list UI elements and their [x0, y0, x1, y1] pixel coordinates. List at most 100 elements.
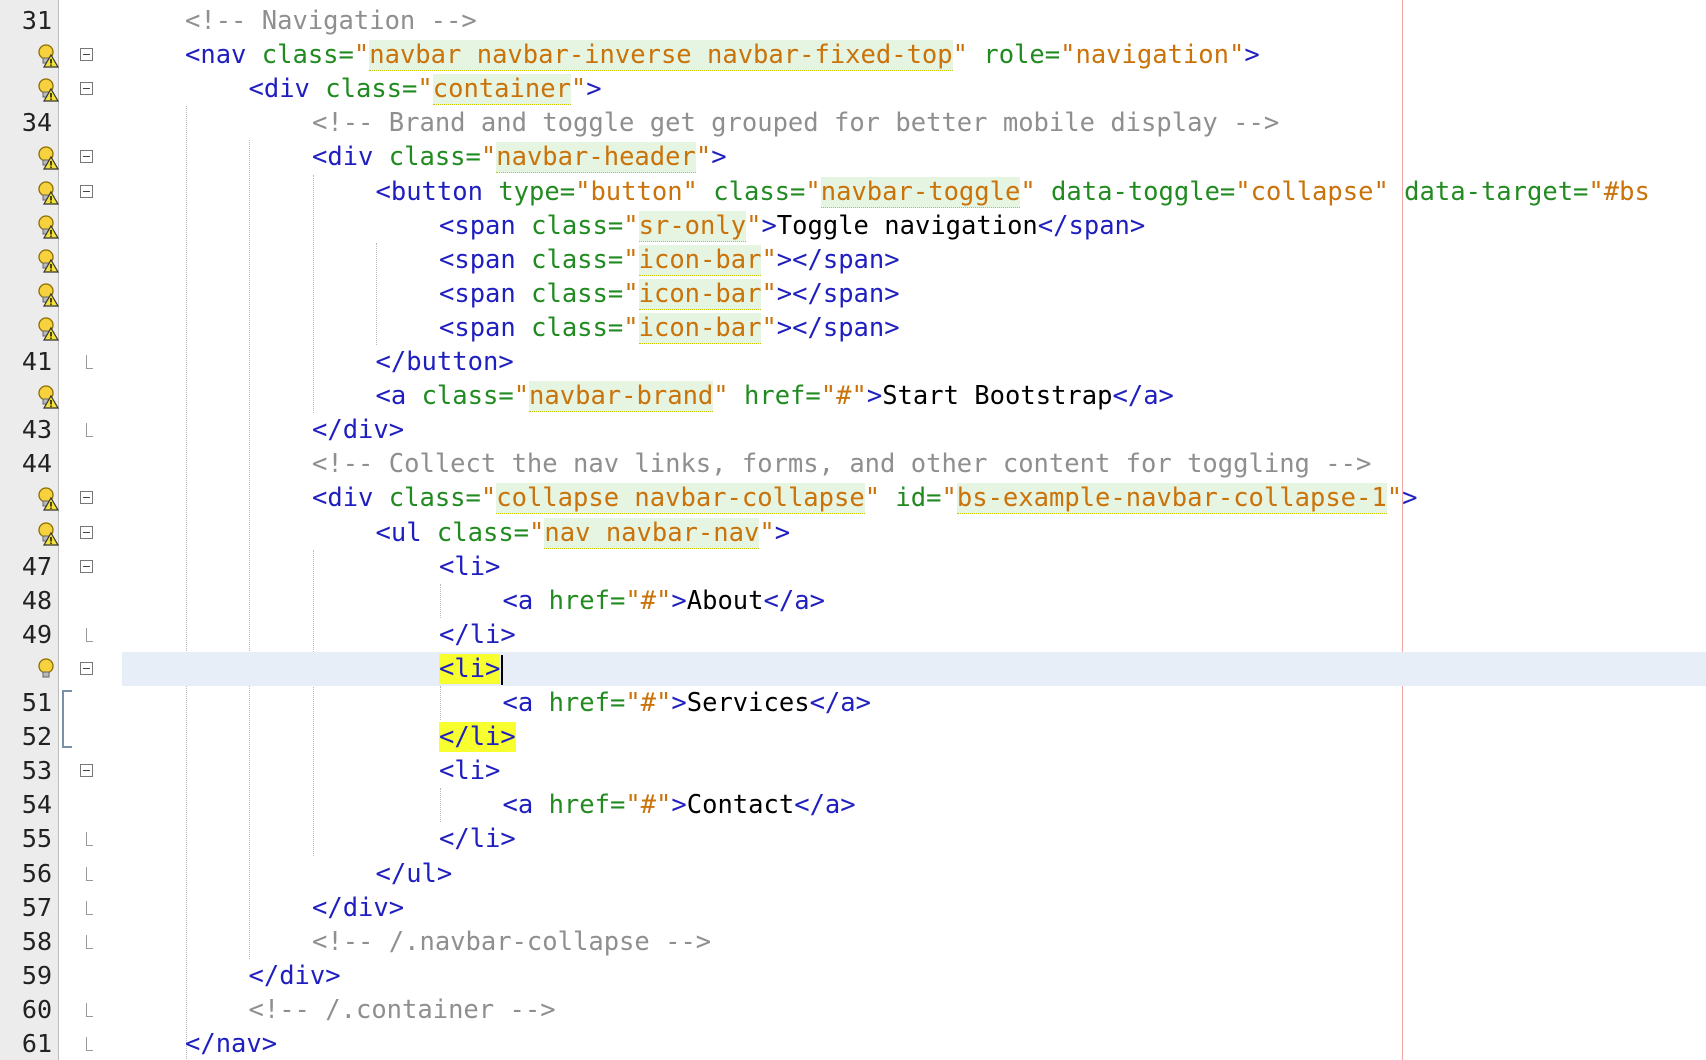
code-line[interactable]: <a class="navbar-brand" href="#">Start B… [0, 379, 1706, 413]
code-token: > [866, 381, 883, 412]
code-line[interactable]: 53 <li> [0, 754, 1706, 788]
hint-lightbulb-icon[interactable] [36, 76, 60, 104]
code-token: " [761, 278, 777, 309]
code-text: </li> [439, 720, 516, 754]
code-line[interactable]: 61 </nav> [0, 1027, 1706, 1060]
code-line[interactable]: <nav class="navbar navbar-inverse navbar… [0, 38, 1706, 72]
code-token: <div [312, 483, 389, 514]
code-line[interactable]: 55 </li> [0, 822, 1706, 856]
code-line[interactable]: <span class="icon-bar"></span> [0, 243, 1706, 277]
fold-collapse-icon[interactable] [80, 661, 93, 675]
fold-collapse-icon[interactable] [80, 491, 93, 505]
code-token: " [480, 483, 497, 514]
code-token: > [761, 210, 777, 241]
code-line[interactable]: 54 <a href="#">Contact</a> [0, 788, 1706, 822]
code-token: Contact [686, 790, 795, 821]
code-text: <button type="button" class="navbar-togg… [376, 175, 1650, 209]
text-caret [501, 654, 504, 685]
code-line[interactable]: <div class="collapse navbar-collapse" id… [0, 481, 1706, 515]
fold-collapse-icon[interactable] [80, 184, 93, 198]
code-line[interactable]: <span class="sr-only">Toggle navigation<… [0, 209, 1706, 243]
code-line[interactable]: <button type="button" class="navbar-togg… [0, 175, 1706, 209]
hint-lightbulb-icon[interactable] [36, 520, 60, 548]
code-line[interactable]: 52 </li> [0, 720, 1706, 754]
code-token: icon-bar [638, 244, 762, 276]
code-token: <span [439, 312, 532, 343]
code-line[interactable]: <span class="icon-bar"></span> [0, 311, 1706, 345]
code-line[interactable]: 60 <!-- /.container --> [0, 993, 1706, 1027]
code-line[interactable]: 41 </button> [0, 345, 1706, 379]
fold-collapse-icon[interactable] [80, 559, 93, 573]
fold-end-marker [86, 866, 93, 881]
code-text: <!-- Navigation --> [185, 4, 477, 38]
fold-collapse-icon[interactable] [80, 764, 93, 778]
code-text: </div> [312, 891, 404, 925]
code-line[interactable]: 47 <li> [0, 550, 1706, 584]
fold-collapse-icon[interactable] [80, 150, 93, 164]
code-line[interactable]: <div class="navbar-header"> [0, 140, 1706, 174]
code-line[interactable]: <div class="container"> [0, 72, 1706, 106]
code-token: <!-- Collect the nav links, forms, and o… [312, 449, 1372, 480]
code-text: <span class="icon-bar"></span> [439, 277, 900, 311]
code-line[interactable]: <li> [0, 651, 1706, 686]
code-token: </ul> [375, 858, 453, 889]
code-token: <a [502, 688, 549, 718]
code-token: <nav [185, 40, 262, 71]
code-line[interactable]: <span class="icon-bar"></span> [0, 277, 1706, 311]
hint-lightbulb-icon[interactable] [36, 144, 60, 172]
code-line[interactable]: 49 </li> [0, 618, 1706, 652]
code-editor[interactable]: 31 <!-- Navigation --> <nav class="navbar … [0, 0, 1706, 1060]
hint-lightbulb-icon[interactable] [36, 213, 60, 241]
code-token: </div> [312, 415, 405, 446]
hint-lightbulb-icon[interactable] [36, 281, 60, 309]
code-token: href= [548, 790, 626, 821]
code-line[interactable]: 51 <a href="#">Services</a> [0, 686, 1706, 720]
code-token: <span [439, 278, 532, 309]
fold-end-marker [86, 832, 93, 847]
hint-lightbulb-icon[interactable] [36, 42, 60, 70]
hint-lightbulb-icon[interactable] [36, 179, 60, 207]
code-token: " [695, 142, 712, 173]
code-token: " [759, 517, 775, 548]
hint-lightbulb-icon[interactable] [36, 485, 60, 513]
code-token: <div [248, 74, 326, 105]
code-token: "collapse" [1235, 176, 1389, 207]
code-line[interactable]: 31 <!-- Navigation --> [0, 4, 1706, 38]
code-token: <a [502, 790, 549, 821]
code-text: </ul> [376, 857, 453, 891]
hint-lightbulb-icon[interactable] [36, 315, 60, 343]
code-line[interactable]: 48 <a href="#">About</a> [0, 584, 1706, 618]
code-line[interactable]: <ul class="nav navbar-nav"> [0, 516, 1706, 550]
code-token: </div> [312, 892, 405, 923]
code-line[interactable]: 34 <!-- Brand and toggle get grouped for … [0, 106, 1706, 140]
code-line[interactable]: 59 </div> [0, 959, 1706, 993]
code-text: <a class="navbar-brand" href="#">Start B… [376, 379, 1174, 413]
code-line[interactable]: 57 </div> [0, 891, 1706, 925]
code-token: ></span> [776, 244, 900, 275]
code-line[interactable]: 44 <!-- Collect the nav links, forms, and… [0, 447, 1706, 481]
code-token: class= [531, 210, 624, 241]
code-token: "button" [575, 176, 698, 207]
code-token: About [686, 585, 764, 616]
hint-lightbulb-icon[interactable] [36, 247, 60, 275]
code-token: </a> [1112, 381, 1174, 412]
hint-lightbulb-icon[interactable] [36, 383, 60, 411]
fold-collapse-icon[interactable] [80, 82, 93, 96]
line-number: 61 [21, 1029, 52, 1058]
code-text: </div> [312, 413, 404, 447]
code-token: navbar navbar-inverse navbar-fixed-top [369, 40, 953, 72]
code-line[interactable]: 58 <!-- /.navbar-collapse --> [0, 925, 1706, 959]
code-token: ></span> [776, 312, 900, 343]
code-token: Start Bootstrap [882, 381, 1113, 412]
line-number: 48 [21, 585, 52, 615]
hint-lightbulb-icon[interactable] [36, 656, 60, 684]
code-line[interactable]: 43 </div> [0, 413, 1706, 447]
code-line[interactable]: 56 </ul> [0, 857, 1706, 891]
fold-collapse-icon[interactable] [80, 525, 93, 539]
code-text: <div class="container"> [249, 72, 602, 106]
line-number: 34 [21, 108, 52, 138]
fold-collapse-icon[interactable] [80, 48, 93, 62]
line-number: 54 [21, 790, 52, 820]
code-token: bs-example-navbar-collapse-1 [956, 483, 1387, 515]
code-token: </li> [439, 824, 516, 855]
